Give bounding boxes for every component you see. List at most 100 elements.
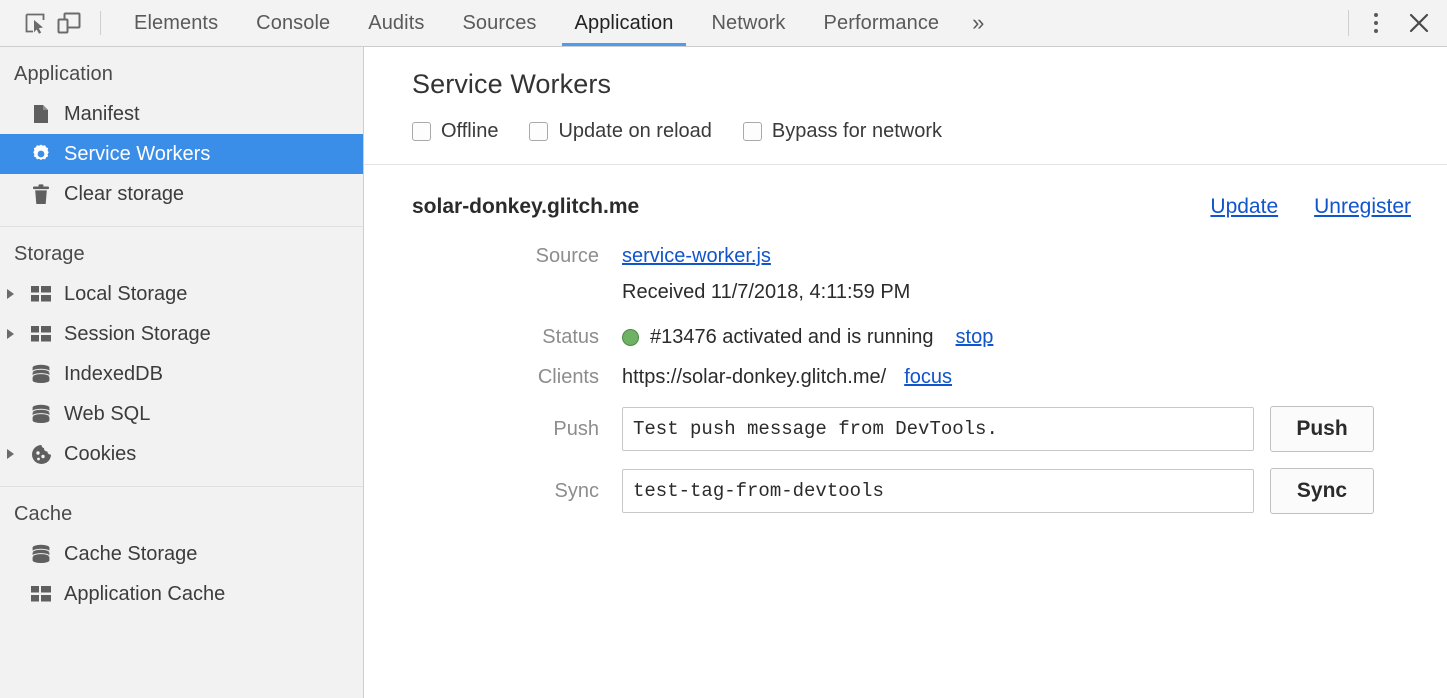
sidebar-item-web-sql[interactable]: Web SQL [0,394,363,434]
sidebar-section-application: Application Manifest [0,47,363,227]
push-input[interactable] [622,407,1254,451]
tab-audits[interactable]: Audits [349,0,443,46]
sync-row: Sync Sync [364,468,1447,514]
sidebar-section-cache: Cache Cache Stor [0,487,363,626]
close-icon[interactable] [1399,6,1439,40]
sync-input[interactable] [622,469,1254,513]
service-workers-header: Service Workers Offline Update on reload… [364,47,1447,164]
received-row: Received 11/7/2018, 4:11:59 PM [364,281,1447,304]
checkbox-box[interactable] [529,122,548,141]
chevron-right-icon[interactable] [6,328,26,340]
service-worker-registration: solar-donkey.glitch.me Update Unregister… [364,165,1447,514]
source-file-link[interactable]: service-worker.js [622,245,771,268]
checkbox-box[interactable] [412,122,431,141]
document-glyph [33,104,49,124]
table-glyph [31,325,51,343]
sidebar-item-cookies[interactable]: Cookies [0,434,363,474]
device-toolbar-icon[interactable] [52,6,86,40]
source-value: service-worker.js [622,245,771,268]
table-glyph [31,285,51,303]
sidebar-item-session-storage[interactable]: Session Storage [0,314,363,354]
sidebar-section-storage: Storage Local Storage [0,227,363,487]
database-glyph [31,544,51,564]
toolbar-divider [100,11,101,35]
checkbox-box[interactable] [743,122,762,141]
toolbar-divider-right [1348,10,1349,36]
tab-network[interactable]: Network [692,0,804,46]
sidebar-item-label: Application Cache [64,584,225,604]
sidebar-item-cache-storage[interactable]: Cache Storage [0,534,363,574]
trash-icon [28,182,54,206]
update-on-reload-checkbox[interactable]: Update on reload [529,120,711,143]
sidebar-item-service-workers[interactable]: Service Workers [0,134,363,174]
tab-label: Console [256,12,330,35]
checkbox-label: Offline [441,120,498,143]
chevron-right-icon[interactable] [6,448,26,460]
sidebar-item-label: Cookies [64,444,136,464]
source-label: Source [412,245,622,268]
twisty-glyph [6,328,16,340]
clients-row: Clients https://solar-donkey.glitch.me/ … [364,366,1447,389]
bypass-for-network-checkbox[interactable]: Bypass for network [743,120,942,143]
database-glyph [31,364,51,384]
inspect-element-glyph [24,12,46,34]
tab-sources[interactable]: Sources [443,0,555,46]
client-url: https://solar-donkey.glitch.me/ [622,366,886,389]
sidebar-section-header: Cache [0,498,363,534]
dot [1374,13,1378,17]
twisty-glyph [6,288,16,300]
sidebar-item-local-storage[interactable]: Local Storage [0,274,363,314]
status-text: #13476 activated and is running [650,326,934,349]
service-workers-panel: Service Workers Offline Update on reload… [364,47,1447,698]
more-options-icon[interactable] [1359,6,1393,40]
dot [1374,29,1378,33]
update-link[interactable]: Update [1210,195,1278,219]
sidebar-item-application-cache[interactable]: Application Cache [0,574,363,614]
unregister-link[interactable]: Unregister [1314,195,1411,219]
focus-link[interactable]: focus [904,366,952,389]
tab-label: Sources [462,12,536,35]
toolbar-right-group [1344,6,1439,40]
sidebar-item-indexeddb[interactable]: IndexedDB [0,354,363,394]
stop-link[interactable]: stop [956,326,994,349]
devtools-toolbar: Elements Console Audits Sources Applicat… [0,0,1447,47]
clients-label: Clients [412,366,622,389]
clients-value: https://solar-donkey.glitch.me/ focus [622,366,952,389]
inspect-element-icon[interactable] [18,6,52,40]
trash-glyph [32,184,50,205]
close-glyph [1408,12,1430,34]
sidebar-item-manifest[interactable]: Manifest [0,94,363,134]
devtools-body: Application Manifest [0,47,1447,698]
tab-label: Application [575,12,674,35]
tab-label: Elements [134,12,218,35]
service-workers-options: Offline Update on reload Bypass for netw… [412,120,1447,164]
table-icon [28,322,54,346]
more-tabs-icon[interactable]: » [958,0,998,46]
push-button[interactable]: Push [1270,406,1374,452]
push-label: Push [412,418,622,441]
document-icon [28,102,54,126]
tab-label: Audits [368,12,424,35]
sidebar-item-label: Local Storage [64,284,187,304]
tab-performance[interactable]: Performance [805,0,959,46]
registration-actions: Update Unregister [1174,195,1411,219]
more-tabs-label: » [972,10,984,36]
tab-application[interactable]: Application [556,0,693,46]
received-value: Received 11/7/2018, 4:11:59 PM [622,281,910,304]
sidebar-item-clear-storage[interactable]: Clear storage [0,174,363,214]
chevron-right-icon[interactable] [6,288,26,300]
database-glyph [31,404,51,424]
database-icon [28,362,54,386]
sync-button[interactable]: Sync [1270,468,1374,514]
sidebar-section-header: Storage [0,238,363,274]
table-icon [28,282,54,306]
device-toolbar-glyph [57,12,81,34]
tab-elements[interactable]: Elements [115,0,237,46]
checkbox-label: Update on reload [558,120,711,143]
tab-console[interactable]: Console [237,0,349,46]
offline-checkbox[interactable]: Offline [412,120,498,143]
status-row: Status #13476 activated and is running s… [364,326,1447,349]
source-row: Source service-worker.js [364,245,1447,268]
push-row: Push Push [364,406,1447,452]
sidebar-item-label: Web SQL [64,404,150,424]
